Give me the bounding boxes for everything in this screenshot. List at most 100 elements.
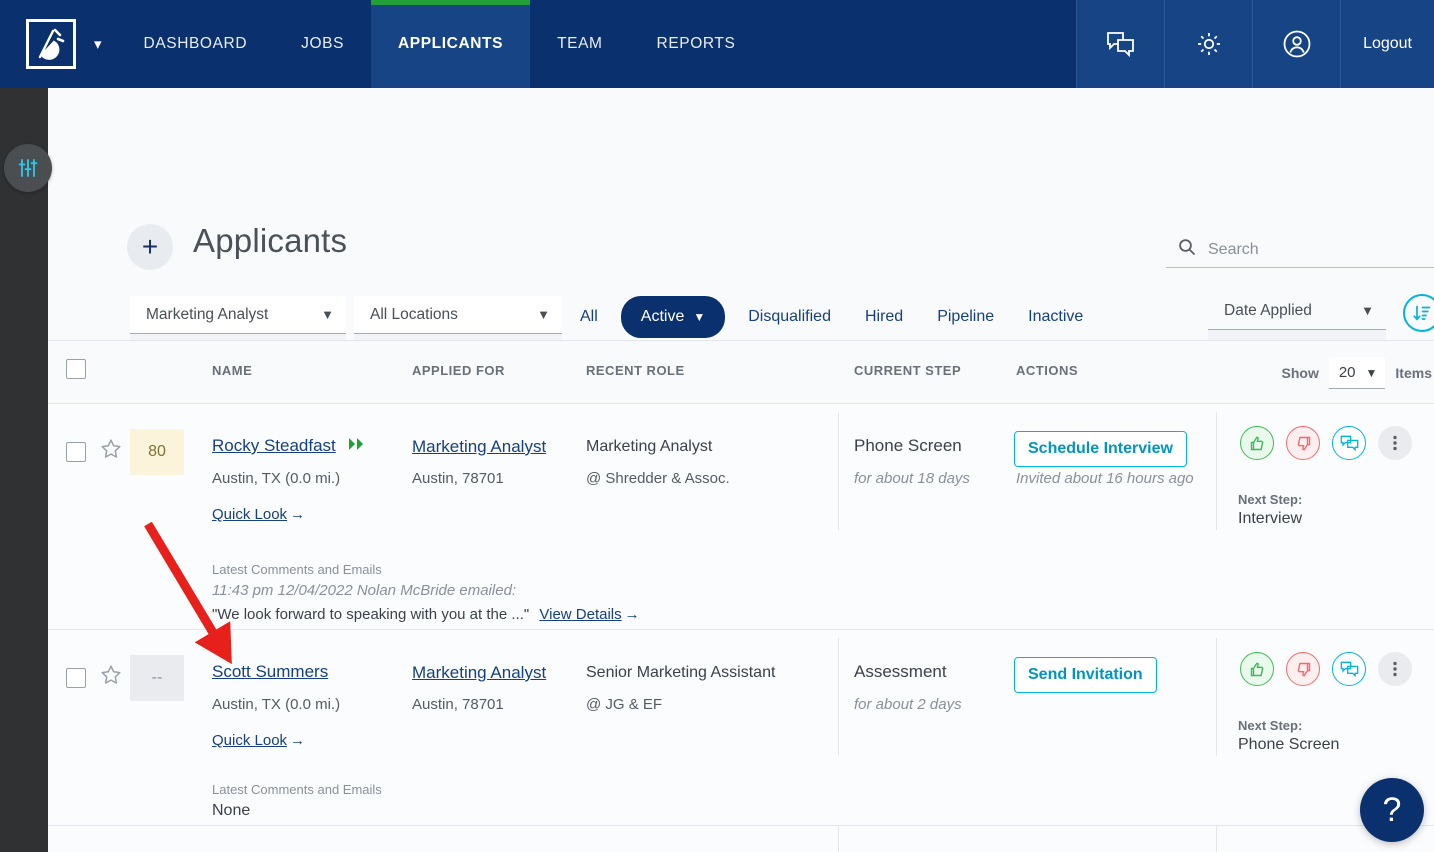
column-header-current-step: CURRENT STEP (854, 363, 962, 378)
chat-icon[interactable] (1076, 0, 1165, 88)
tab-all[interactable]: All (563, 297, 615, 337)
row-checkbox[interactable] (66, 668, 86, 688)
quick-look-link[interactable]: Quick Look → (212, 506, 305, 523)
current-step-duration: for about 2 days (854, 696, 962, 713)
search-input[interactable] (1206, 239, 1426, 260)
sort-field-select[interactable]: Date Applied ▼ (1208, 292, 1386, 330)
nav-item-label: APPLICANTS (398, 35, 504, 52)
select-all-checkbox[interactable] (66, 359, 86, 379)
add-applicant-button[interactable]: + (127, 224, 173, 270)
row-action-icons (1240, 652, 1412, 686)
favorite-star-icon[interactable] (100, 664, 122, 691)
column-divider (838, 826, 839, 852)
thumbs-up-icon[interactable] (1240, 652, 1274, 686)
column-divider (838, 638, 839, 756)
plug-logo-icon[interactable] (26, 19, 76, 69)
plus-icon: + (141, 231, 159, 262)
left-rail (0, 88, 48, 852)
applicants-table: NAME APPLIED FOR RECENT ROLE CURRENT STE… (48, 340, 1434, 852)
applicant-location: Austin, TX (0.0 mi.) (212, 470, 341, 487)
more-vertical-icon[interactable] (1378, 426, 1412, 460)
table-row (48, 826, 1434, 852)
next-step-value: Interview (1238, 510, 1303, 527)
thumbs-down-icon[interactable] (1286, 426, 1320, 460)
top-navigation-bar: ▾ DASHBOARD JOBS APPLICANTS TEAM REPORTS… (0, 0, 1434, 88)
comments-label: Latest Comments and Emails (212, 782, 382, 797)
recent-role: Senior Marketing Assistant (586, 664, 776, 681)
favorite-star-icon[interactable] (100, 438, 122, 465)
logo-area[interactable]: ▾ (0, 0, 110, 88)
applied-for-link[interactable]: Marketing Analyst (412, 663, 546, 683)
next-step-label: Next Step: (1238, 718, 1303, 733)
tab-label: Pipeline (937, 308, 995, 325)
nav-item-jobs[interactable]: JOBS (274, 0, 371, 88)
chat-icon[interactable] (1332, 652, 1366, 686)
tab-disqualified[interactable]: Disqualified (731, 297, 848, 337)
applicant-name-link[interactable]: Rocky Steadfast (212, 436, 336, 456)
column-divider (838, 412, 839, 530)
nav-item-applicants[interactable]: APPLICANTS (371, 0, 531, 88)
tab-inactive[interactable]: Inactive (1011, 297, 1100, 337)
row-action-icons (1240, 426, 1412, 460)
schedule-interview-button[interactable]: Schedule Interview (1014, 431, 1187, 467)
score-badge: 80 (130, 429, 184, 475)
tab-hired[interactable]: Hired (848, 297, 920, 337)
applicant-name-cell: Scott Summers (212, 662, 328, 682)
nav-item-reports[interactable]: REPORTS (630, 0, 763, 88)
more-vertical-icon[interactable] (1378, 652, 1412, 686)
send-invitation-button[interactable]: Send Invitation (1014, 657, 1157, 693)
applied-for-link[interactable]: Marketing Analyst (412, 437, 546, 457)
quick-look-link[interactable]: Quick Look → (212, 732, 305, 749)
nav-items: DASHBOARD JOBS APPLICANTS TEAM REPORTS (110, 0, 763, 88)
tab-pipeline[interactable]: Pipeline (920, 297, 1011, 337)
thumbs-down-icon[interactable] (1286, 652, 1320, 686)
arrow-right-icon: → (290, 506, 306, 523)
filter-panel-toggle[interactable] (4, 144, 52, 192)
column-divider (1216, 412, 1217, 530)
search-field-wrapper[interactable] (1166, 232, 1434, 268)
comments-body: None (212, 802, 251, 819)
column-header-name: NAME (212, 363, 253, 378)
recent-role: Marketing Analyst (586, 438, 713, 455)
help-button[interactable]: ? (1360, 778, 1424, 842)
status-tabs: All Active ▼ Disqualified Hired Pipeline… (563, 296, 1100, 338)
nav-item-team[interactable]: TEAM (530, 0, 629, 88)
gear-icon[interactable] (1164, 0, 1253, 88)
next-step-value: Phone Screen (1238, 736, 1340, 753)
comments-timestamp: 11:43 pm 12/04/2022 Nolan McBride emaile… (212, 582, 517, 599)
location-filter-value: All Locations (370, 305, 458, 323)
column-header-applied-for: APPLIED FOR (412, 363, 505, 378)
recent-company: @ Shredder & Assoc. (586, 470, 730, 487)
tab-label: Disqualified (748, 308, 831, 325)
nav-item-label: JOBS (301, 35, 345, 52)
chevron-down-icon: ▼ (537, 307, 550, 322)
location-filter-select[interactable]: All Locations ▼ (354, 296, 562, 334)
sort-field-value: Date Applied (1224, 301, 1312, 319)
comments-excerpt: "We look forward to speaking with you at… (212, 606, 530, 623)
view-details-link[interactable]: View Details → (539, 606, 639, 623)
current-step: Assessment (854, 662, 947, 681)
nav-item-dashboard[interactable]: DASHBOARD (110, 0, 275, 88)
applied-for-location: Austin, 78701 (412, 696, 504, 713)
arrow-right-icon: → (290, 732, 306, 749)
quick-look-label: Quick Look (212, 506, 288, 523)
double-chevron-right-icon (348, 437, 366, 456)
applicant-name-link[interactable]: Scott Summers (212, 662, 328, 681)
nav-item-label: TEAM (557, 35, 603, 52)
chevron-down-icon: ▼ (1365, 365, 1378, 380)
account-icon[interactable] (1252, 0, 1341, 88)
page-size-select[interactable]: 20 ▼ (1328, 357, 1386, 389)
thumbs-up-icon[interactable] (1240, 426, 1274, 460)
row-checkbox[interactable] (66, 442, 86, 462)
job-filter-select[interactable]: Marketing Analyst ▼ (130, 296, 346, 334)
tab-active[interactable]: Active ▼ (620, 296, 726, 338)
current-step-duration: for about 18 days (854, 470, 970, 487)
action-status-text: Invited about 16 hours ago (1016, 470, 1194, 487)
arrow-right-icon: → (624, 606, 640, 623)
logout-button[interactable]: Logout (1340, 0, 1434, 88)
chevron-down-icon[interactable]: ▾ (94, 37, 102, 52)
chat-icon[interactable] (1332, 426, 1366, 460)
applicant-name-cell: Rocky Steadfast (212, 436, 366, 456)
column-header-actions: ACTIONS (1016, 363, 1078, 378)
sort-direction-button[interactable] (1403, 294, 1434, 332)
